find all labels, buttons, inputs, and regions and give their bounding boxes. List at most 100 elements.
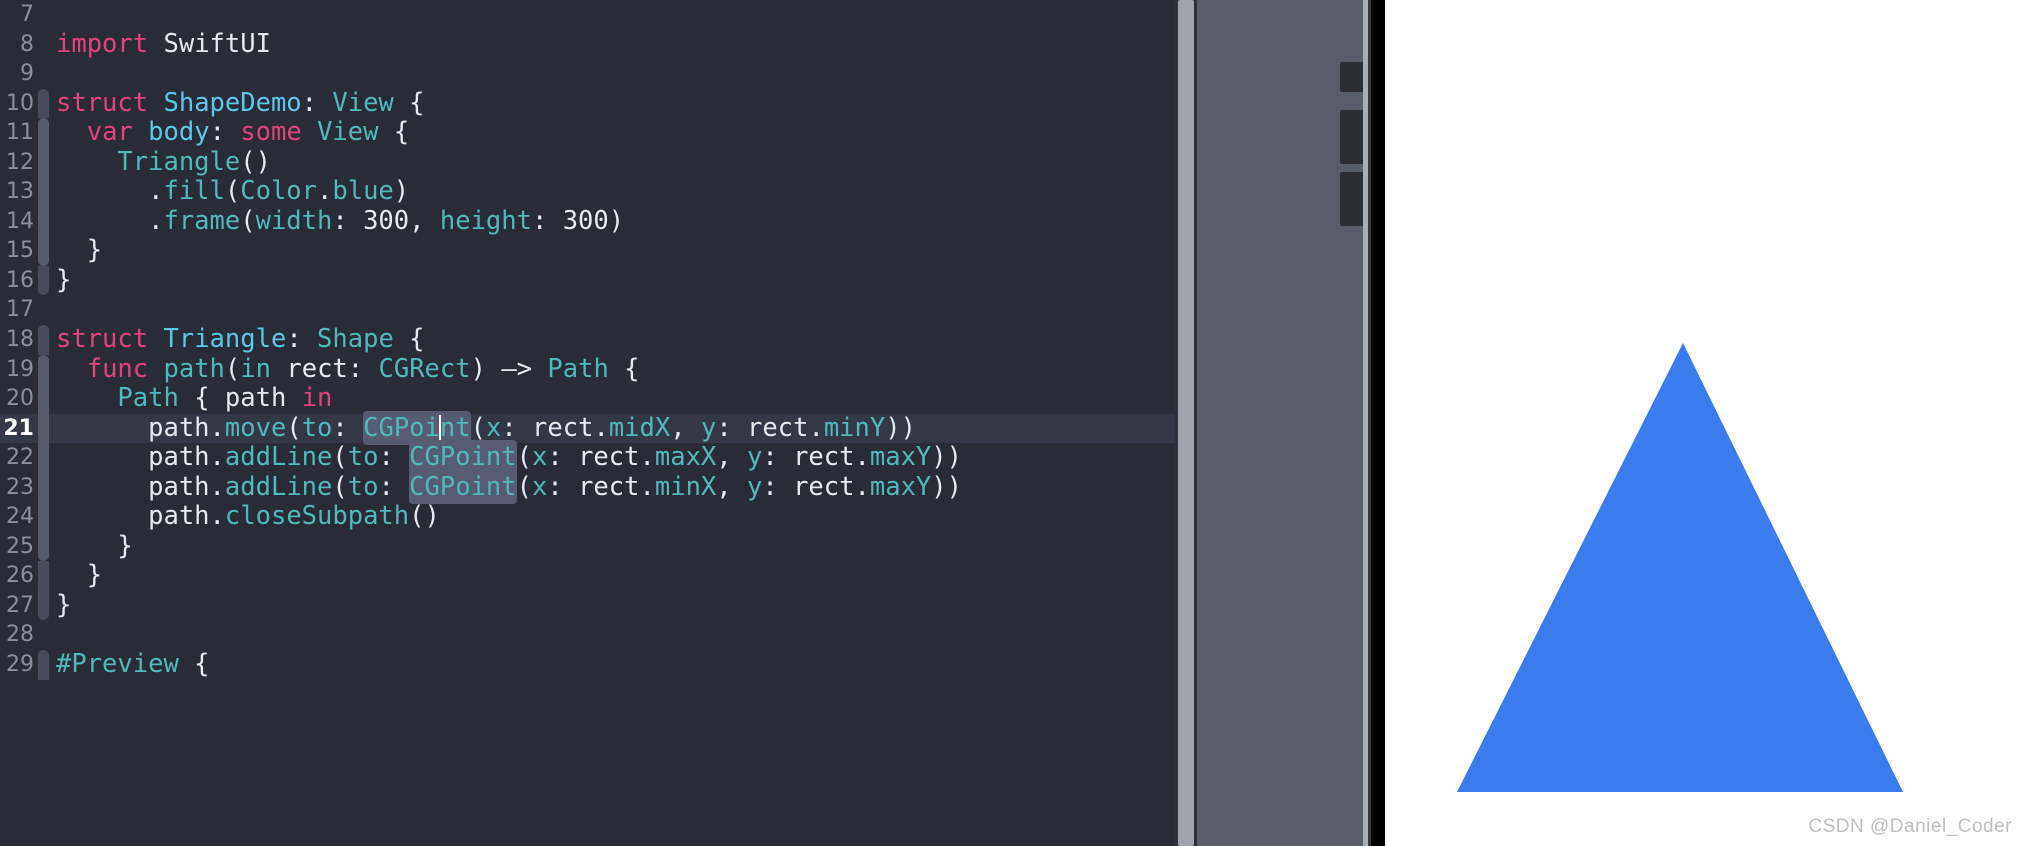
code-fold-indicator[interactable] [38, 325, 49, 355]
code-token: . [209, 471, 225, 502]
code-line[interactable]: 22 path.addLine(to: CGPoint(x: rect.maxX… [0, 440, 1175, 475]
code-token: midX [608, 412, 671, 443]
code-text: } [56, 561, 102, 591]
code-line[interactable]: 9 [0, 59, 1175, 89]
code-token: { [178, 649, 210, 680]
code-fold-indicator[interactable] [38, 531, 49, 562]
line-number: 20 [6, 386, 34, 412]
code-token: } [56, 560, 103, 591]
code-token: rect [793, 471, 855, 502]
code-line[interactable]: 17 [0, 295, 1175, 325]
code-token: 300 [562, 205, 609, 236]
code-token: : [762, 471, 794, 502]
code-line[interactable]: 15 } [0, 236, 1175, 266]
code-fold-indicator[interactable] [38, 147, 49, 178]
code-fold-indicator[interactable] [38, 265, 49, 296]
code-token: : [762, 442, 794, 473]
device-screen[interactable]: CSDN @Daniel_Coder [1385, 0, 2028, 846]
code-line[interactable]: 29 #Preview { [0, 649, 1175, 680]
editor-vertical-scrollbar[interactable] [1175, 0, 1197, 846]
code-line[interactable]: 18 struct Triangle: Shape { [0, 324, 1175, 355]
code-token: } [56, 530, 133, 561]
code-line[interactable]: 20 Path { path in [0, 383, 1175, 414]
code-token: body [148, 117, 210, 148]
code-line[interactable]: 27} [0, 590, 1175, 621]
code-fold-indicator[interactable] [38, 118, 49, 148]
line-number: 7 [20, 2, 34, 27]
code-fold-indicator[interactable] [38, 502, 49, 532]
code-token: maxX [654, 442, 717, 473]
code-line[interactable]: 24 path.closeSubpath() [0, 502, 1175, 532]
code-line[interactable]: 16} [0, 265, 1175, 296]
code-line[interactable]: 14 .frame(width: 300, height: 300) [0, 205, 1175, 237]
scrollbar-thumb[interactable] [1178, 0, 1194, 846]
code-line[interactable]: 28 [0, 620, 1175, 650]
code-fold-indicator[interactable] [38, 590, 49, 621]
code-text: #Preview { [56, 649, 210, 680]
code-token: : [501, 412, 533, 443]
code-token: height [439, 205, 532, 236]
code-token: { [393, 87, 425, 118]
code-token: Triangle [117, 146, 241, 177]
code-fold-indicator[interactable] [38, 443, 49, 473]
code-token: { [393, 324, 425, 355]
code-token: in [240, 353, 271, 384]
code-fold-indicator[interactable] [38, 88, 49, 119]
code-token: : [301, 87, 333, 118]
code-text: .frame(width: 300, height: 300) [56, 205, 624, 237]
code-text: path.move(to: CGPoint(x: rect.midX, y: r… [56, 410, 916, 445]
code-fold-indicator[interactable] [38, 472, 49, 503]
code-token: . [854, 442, 870, 473]
code-line[interactable]: 23 path.addLine(to: CGPoint(x: rect.minX… [0, 469, 1175, 504]
preview-canvas[interactable]: CSDN @Daniel_Coder [1197, 0, 2028, 846]
code-fold-indicator[interactable] [38, 236, 49, 266]
code-editor[interactable]: 7 8 import SwiftUI 9 10 struct ShapeDemo: Vie… [0, 0, 1175, 846]
code-token: blue [332, 176, 394, 207]
code-fold-indicator[interactable] [38, 650, 49, 680]
code-token: : [332, 205, 364, 236]
code-fold-indicator[interactable] [38, 206, 49, 237]
code-text: struct ShapeDemo: View { [56, 87, 425, 119]
code-line[interactable]: 26 } [0, 561, 1175, 591]
text-cursor [438, 414, 441, 441]
code-token: x [532, 471, 548, 502]
line-number: 22 [6, 445, 34, 471]
code-line[interactable]: 12 Triangle() [0, 146, 1175, 178]
code-token: Color [240, 176, 318, 207]
code-token: addLine [224, 442, 333, 473]
code-line[interactable]: 8 import SwiftUI [0, 29, 1175, 60]
code-fold-indicator[interactable] [38, 354, 49, 385]
code-text: } [56, 236, 102, 266]
line-number: 26 [6, 563, 34, 589]
code-fold-indicator[interactable] [38, 413, 49, 444]
code-text: path.closeSubpath() [56, 502, 440, 532]
code-line[interactable]: 13 .fill(Color.blue) [0, 177, 1175, 207]
code-line[interactable]: 10 struct ShapeDemo: View { [0, 87, 1175, 119]
code-line[interactable]: 21 path.move(to: CGPoint(x: rect.midX, y… [0, 410, 1175, 445]
line-number: 13 [6, 179, 34, 205]
code-line[interactable]: 7 [0, 0, 1175, 30]
code-line[interactable]: 19 func path(in rect: CGRect) –> Path { [0, 353, 1175, 385]
code-fold-indicator[interactable] [38, 177, 49, 207]
code-text: Path { path in [56, 383, 332, 414]
code-token: , [409, 205, 440, 236]
code-line[interactable]: 11 var body: some View { [0, 117, 1175, 148]
line-number: 16 [6, 267, 34, 293]
code-token: : [547, 471, 579, 502]
code-token: )) [885, 412, 916, 443]
code-fold-indicator[interactable] [38, 384, 49, 414]
code-token: Shape [317, 324, 394, 355]
code-token: . [56, 176, 164, 207]
code-line[interactable]: 25 } [0, 530, 1175, 562]
code-token: } [56, 235, 103, 266]
line-number: 24 [6, 504, 34, 530]
code-fold-indicator[interactable] [38, 561, 49, 591]
code-token: : [547, 442, 579, 473]
code-token: : [378, 442, 410, 473]
code-lines[interactable]: 7 8 import SwiftUI 9 10 struct ShapeDemo: Vie… [0, 0, 1175, 680]
code-text: import SwiftUI [56, 29, 271, 60]
